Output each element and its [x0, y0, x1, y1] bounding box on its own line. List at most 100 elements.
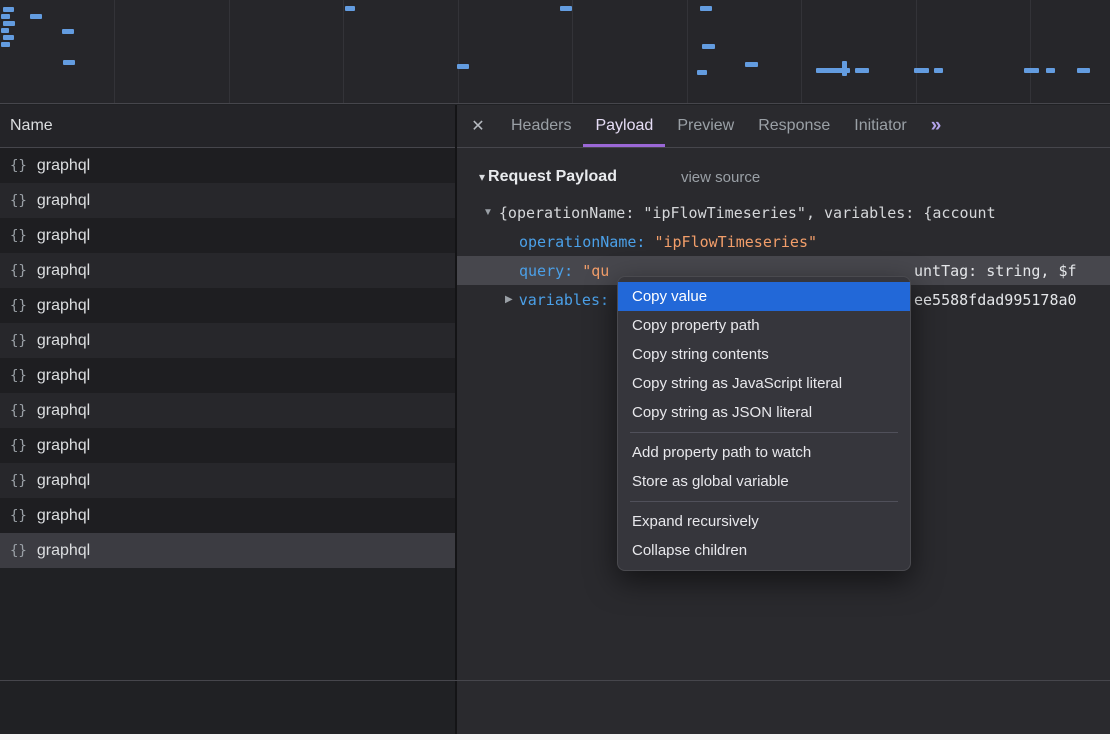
- json-braces-icon: {}: [10, 263, 27, 279]
- menu-item-store-as-global-variable[interactable]: Store as global variable: [618, 467, 910, 496]
- timeline-bar: [457, 64, 469, 69]
- timeline-bar: [1, 14, 10, 19]
- request-list-panel: Name {} graphql {} graphql {} graphql {} gra…: [0, 105, 455, 734]
- network-request-row[interactable]: {}graphql: [0, 428, 455, 463]
- request-name: graphql: [37, 367, 90, 385]
- payload-row-operation-name[interactable]: operationName: "ipFlowTimeseries": [457, 227, 1110, 256]
- tab-preview[interactable]: Preview: [665, 105, 746, 147]
- request-name: graphql: [37, 472, 90, 490]
- json-braces-icon: {}: [10, 368, 27, 384]
- network-request-row[interactable]: {} graphql: [0, 358, 455, 393]
- menu-item-collapse-children[interactable]: Collapse children: [618, 536, 910, 565]
- variables-value-overflow-text: ee5588fdad995178a0: [914, 285, 1077, 314]
- timeline-bar: [1, 42, 10, 47]
- menu-item-copy-property-path[interactable]: Copy property path: [618, 311, 910, 340]
- menu-item-copy-string-js-literal[interactable]: Copy string as JavaScript literal: [618, 369, 910, 398]
- network-request-row[interactable]: {}graphql: [0, 253, 455, 288]
- section-collapse-triangle-icon[interactable]: ▾: [479, 170, 485, 184]
- request-name: graphql: [37, 227, 90, 245]
- menu-item-copy-string-contents[interactable]: Copy string contents: [618, 340, 910, 369]
- menu-item-copy-value[interactable]: Copy value: [618, 282, 910, 311]
- timeline-bar: [1077, 68, 1090, 73]
- json-braces-icon: {}: [10, 228, 27, 244]
- timeline-gridline: [572, 0, 573, 103]
- json-braces-icon: {}: [10, 473, 27, 489]
- network-request-row[interactable]: {} graphql: [0, 218, 455, 253]
- network-request-row[interactable]: {} graphql: [0, 288, 455, 323]
- timeline-bar: [560, 6, 572, 11]
- timeline-bar: [745, 62, 758, 67]
- timeline-bar: [30, 14, 42, 19]
- timeline-bar: [914, 68, 929, 73]
- property-key: variables:: [519, 291, 609, 309]
- menu-item-copy-string-json-literal[interactable]: Copy string as JSON literal: [618, 398, 910, 427]
- network-request-row[interactable]: {}graphql: [0, 393, 455, 428]
- timeline-bar: [1, 28, 9, 33]
- timeline-bar: [3, 21, 15, 26]
- timeline-gridline: [801, 0, 802, 103]
- menu-item-add-property-path-to-watch[interactable]: Add property path to watch: [618, 438, 910, 467]
- name-column-header[interactable]: Name: [0, 105, 455, 148]
- tab-payload[interactable]: Payload: [583, 105, 665, 147]
- close-details-button[interactable]: ✕: [457, 105, 499, 147]
- page-background-strip: [0, 734, 1110, 740]
- menu-item-expand-recursively[interactable]: Expand recursively: [618, 507, 910, 536]
- request-name: graphql: [37, 437, 90, 455]
- json-braces-icon: {}: [10, 543, 27, 559]
- network-request-row[interactable]: {} graphql: [0, 148, 455, 183]
- network-request-row[interactable]: {} graphql: [0, 183, 455, 218]
- timeline-gridline: [114, 0, 115, 103]
- request-name: graphql: [37, 157, 90, 175]
- network-request-row[interactable]: {} graphql: [0, 463, 455, 498]
- network-request-row[interactable]: {} graphql: [0, 323, 455, 358]
- triangle-down-icon[interactable]: ▼: [483, 207, 493, 218]
- triangle-right-icon[interactable]: ▶: [505, 294, 513, 305]
- timeline-bar: [697, 70, 707, 75]
- context-menu: Copy value Copy property path Copy strin…: [617, 276, 911, 571]
- json-braces-icon: {}: [10, 333, 27, 349]
- request-name: graphql: [37, 542, 90, 560]
- tab-response[interactable]: Response: [746, 105, 842, 147]
- timeline-bar: [345, 6, 355, 11]
- timeline-gridline: [458, 0, 459, 103]
- tab-headers[interactable]: Headers: [499, 105, 583, 147]
- more-tabs-button[interactable]: »: [919, 105, 954, 147]
- timeline-bar: [855, 68, 869, 73]
- query-value-overflow-text: untTag: string, $f: [914, 256, 1077, 285]
- view-source-link[interactable]: view source: [681, 169, 760, 186]
- timeline-gridline: [229, 0, 230, 103]
- footer-divider: [0, 680, 1110, 681]
- json-braces-icon: {}: [10, 158, 27, 174]
- json-braces-icon: {}: [10, 298, 27, 314]
- tab-initiator[interactable]: Initiator: [842, 105, 918, 147]
- timeline-bar: [62, 29, 74, 34]
- request-rows: {}graphql {}graphql {}graphql {}graphql …: [0, 148, 455, 568]
- network-request-row[interactable]: {}graphql: [0, 498, 455, 533]
- json-braces-icon: {}: [10, 193, 27, 209]
- property-value: "qu: [582, 262, 609, 280]
- timeline-bar: [63, 60, 75, 65]
- timeline-bar: [934, 68, 943, 73]
- json-braces-icon: {}: [10, 508, 27, 524]
- timeline-bar: [842, 61, 847, 76]
- timeline-gridline: [687, 0, 688, 103]
- timeline-bar: [700, 6, 712, 11]
- payload-root-row[interactable]: ▼ {operationName: "ipFlowTimeseries", va…: [457, 198, 1110, 227]
- property-value: "ipFlowTimeseries": [654, 233, 817, 251]
- network-overview-timeline[interactable]: [0, 0, 1110, 104]
- request-name: graphql: [37, 332, 90, 350]
- timeline-gridline: [1030, 0, 1031, 103]
- section-title: Request Payload: [488, 168, 617, 186]
- close-icon: ✕: [471, 116, 484, 136]
- name-column-label: Name: [10, 117, 53, 135]
- network-request-row[interactable]: {} graphql: [0, 533, 455, 568]
- timeline-bar: [1024, 68, 1039, 73]
- payload-section-header[interactable]: ▾ Request Payload view source: [457, 162, 1110, 192]
- menu-separator: [630, 432, 898, 433]
- timeline-gridline: [916, 0, 917, 103]
- timeline-bar: [1046, 68, 1055, 73]
- request-name: graphql: [37, 192, 90, 210]
- request-name: graphql: [37, 297, 90, 315]
- property-key: operationName:: [519, 233, 645, 251]
- more-tabs-icon: »: [931, 115, 942, 137]
